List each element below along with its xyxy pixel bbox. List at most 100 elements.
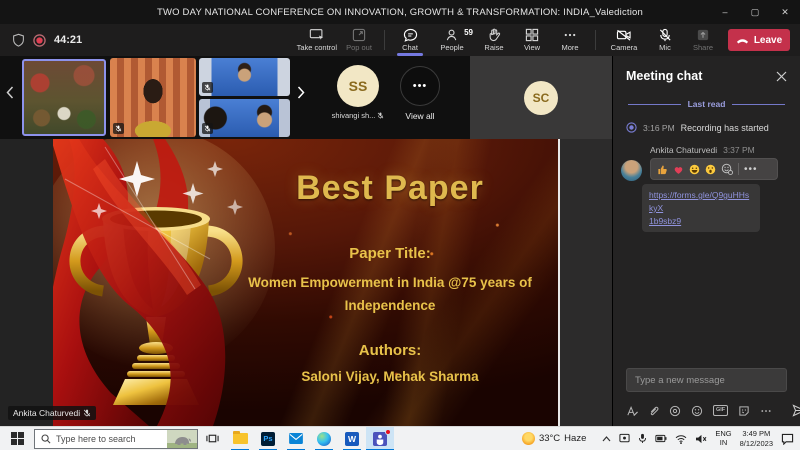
people-count-badge: 59	[464, 28, 473, 37]
message-bubble: https://forms.gle/Q9guHHskyX 1b9sbz9	[642, 184, 760, 232]
toolbar-buttons: Take control Pop out Chat 59 People Rais…	[294, 24, 800, 56]
window-title: TWO DAY NATIONAL CONFERENCE ON INNOVATIO…	[157, 7, 643, 18]
system-message-time: 3:16 PM	[643, 123, 675, 133]
surprised-reaction-icon[interactable]	[705, 164, 716, 175]
leave-button[interactable]: Leave	[728, 29, 790, 51]
microphone-tray-icon[interactable]	[638, 433, 647, 444]
heart-reaction-icon[interactable]	[673, 164, 684, 175]
slide-text-block: Best Paper Paper Title: Women Empowermen…	[225, 139, 555, 426]
more-button[interactable]: More	[551, 24, 589, 56]
add-reaction-icon[interactable]	[721, 163, 733, 175]
chat-message-input[interactable]	[626, 368, 787, 392]
mic-off-button[interactable]: Mic	[646, 24, 684, 56]
send-icon[interactable]	[792, 404, 800, 417]
slide-scrollbar[interactable]	[558, 139, 560, 426]
stage-gutter	[560, 139, 612, 426]
language-indicator[interactable]: ENG IN	[715, 430, 731, 447]
start-button[interactable]	[0, 427, 34, 450]
message-more-options[interactable]: •••	[744, 164, 758, 175]
taskbar-search[interactable]	[34, 429, 198, 449]
pop-out-button: Pop out	[340, 24, 378, 56]
windows-logo-icon	[11, 432, 24, 445]
participant-name: shivangi sh...	[332, 111, 376, 120]
participant-tile-sc[interactable]: SC	[470, 56, 612, 139]
laughing-reaction-icon[interactable]	[689, 164, 700, 175]
taskbar-clock[interactable]: 3:49 PM 8/12/2023	[740, 429, 773, 449]
minimize-button[interactable]: –	[710, 0, 740, 24]
participant-video[interactable]	[199, 99, 290, 137]
mic-muted-icon	[202, 82, 213, 93]
word-icon: W	[345, 432, 359, 446]
view-all-button[interactable]: ••• View all	[396, 66, 444, 121]
take-control-button[interactable]: Take control	[294, 24, 340, 56]
clock-date: 8/12/2023	[740, 439, 773, 449]
reaction-divider	[738, 163, 739, 175]
filmstrip-prev-button[interactable]	[6, 86, 14, 99]
emoji-icon[interactable]	[691, 405, 703, 417]
message-author-row: Ankita Chaturvedi 3:37 PM	[613, 145, 800, 155]
people-button[interactable]: 59 People	[429, 24, 475, 56]
shared-presentation-slide: Best Paper Paper Title: Women Empowermen…	[53, 139, 558, 426]
close-chat-icon[interactable]	[776, 71, 787, 82]
word-button[interactable]: W	[338, 427, 366, 450]
teams-button[interactable]	[366, 427, 394, 450]
message-link[interactable]: https://forms.gle/Q9guHHskyX 1b9sbz9	[649, 189, 753, 227]
participant-video[interactable]	[199, 58, 290, 96]
meeting-status-group: 44:21	[0, 33, 82, 47]
camera-off-button[interactable]: Camera	[602, 24, 646, 56]
search-highlight-image[interactable]	[167, 429, 197, 449]
participant-tile-ss[interactable]: SS shivangi sh...	[330, 65, 386, 120]
photoshop-button[interactable]: Ps	[254, 427, 282, 450]
avatar	[621, 160, 642, 181]
meeting-toolbar: 44:21 Take control Pop out Chat 59 Peopl…	[0, 24, 800, 56]
show-hidden-icons-chevron[interactable]	[602, 436, 611, 442]
gif-icon[interactable]: GIF	[713, 405, 728, 417]
taskbar-weather[interactable]: 33°C Haze	[522, 432, 586, 445]
participant-video-selected[interactable]	[22, 59, 106, 136]
volume-muted-tray-icon[interactable]	[695, 434, 707, 444]
maximize-button[interactable]: ▢	[740, 0, 770, 24]
thumbs-up-reaction-icon[interactable]	[657, 164, 668, 175]
reaction-bar: •••	[650, 158, 778, 180]
more-participants-icon: •••	[400, 66, 440, 106]
close-button[interactable]: ✕	[770, 0, 800, 24]
display-tray-icon[interactable]	[619, 433, 630, 444]
loop-icon[interactable]	[669, 405, 681, 417]
search-icon	[41, 434, 51, 444]
file-explorer-button[interactable]	[226, 427, 254, 450]
edge-button[interactable]	[310, 427, 338, 450]
mic-muted-icon	[113, 123, 124, 134]
authors-names: Saloni Vijay, Mehak Sharma	[225, 369, 555, 384]
raise-hand-button[interactable]: Raise	[475, 24, 513, 56]
sticker-icon[interactable]	[738, 405, 750, 417]
attach-icon[interactable]	[648, 405, 659, 417]
search-input[interactable]	[56, 434, 162, 444]
slide-title: Best Paper	[225, 169, 555, 208]
task-view-button[interactable]	[198, 427, 226, 450]
toolbar-divider	[595, 30, 596, 50]
chat-button[interactable]: Chat	[391, 24, 429, 56]
mail-button[interactable]	[282, 427, 310, 450]
share-button[interactable]: Share	[684, 24, 722, 56]
battery-tray-icon[interactable]	[655, 434, 667, 443]
windows-taskbar: Ps W 33°C Haze	[0, 426, 800, 450]
window-title-bar: TWO DAY NATIONAL CONFERENCE ON INNOVATIO…	[0, 0, 800, 24]
meeting-stage: SS shivangi sh... ••• View all SC	[0, 56, 612, 426]
mic-muted-icon	[83, 409, 91, 417]
stage-gutter	[0, 139, 53, 426]
compose-more-icon[interactable]	[760, 405, 772, 417]
view-button[interactable]: View	[513, 24, 551, 56]
filmstrip-next-button[interactable]	[297, 86, 305, 99]
action-center-icon[interactable]	[781, 433, 794, 445]
meeting-timer: 44:21	[54, 34, 82, 46]
participant-video[interactable]	[110, 58, 196, 137]
paper-title-line1: Women Empowerment in India @75 years of	[225, 275, 555, 290]
system-message-text: Recording has started	[681, 123, 769, 133]
photoshop-icon: Ps	[261, 432, 275, 446]
format-icon[interactable]	[626, 405, 638, 417]
wifi-tray-icon[interactable]	[675, 434, 687, 444]
presenter-name-label: Ankita Chaturvedi	[8, 406, 96, 420]
chat-panel-title: Meeting chat	[626, 69, 702, 83]
clock-time: 3:49 PM	[740, 429, 773, 439]
weather-condition: Haze	[564, 433, 586, 444]
